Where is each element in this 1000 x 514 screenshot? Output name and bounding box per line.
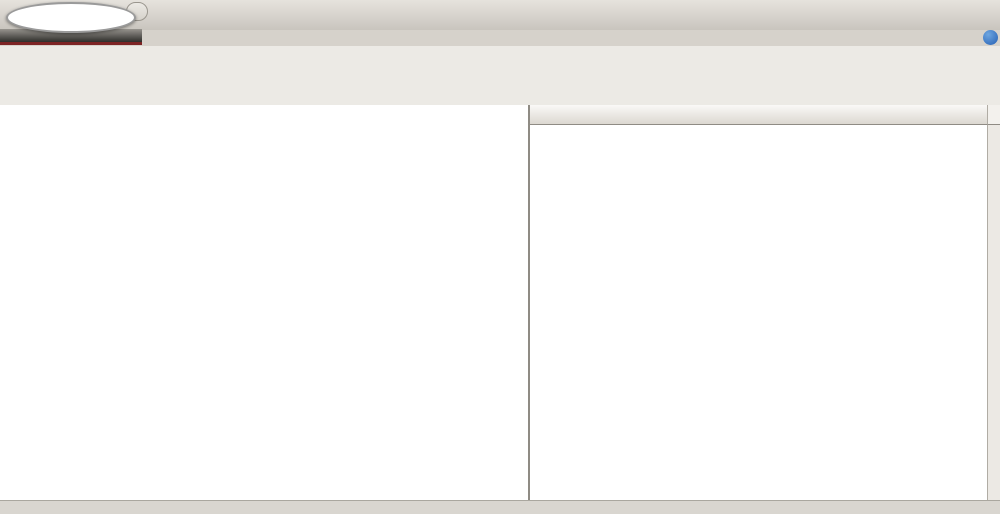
gantt-vertical-scrollbar[interactable]	[987, 125, 1000, 500]
help-button[interactable]	[983, 30, 998, 45]
projectlibre-window	[0, 0, 1000, 514]
gantt-chart-area	[530, 125, 987, 500]
menu-tab-bar	[0, 30, 1000, 46]
scrollbar-corner	[987, 105, 1000, 125]
table-header-row	[0, 105, 528, 125]
ribbon	[0, 46, 1000, 106]
projectlibre-logo	[6, 2, 136, 33]
horizontal-scrollbar-row	[0, 500, 1000, 514]
gantt-chart-pane	[530, 105, 1000, 500]
title-bar	[0, 0, 1000, 31]
gantt-timescale[interactable]	[530, 105, 987, 125]
task-entry-table	[0, 105, 530, 500]
main-split-view	[0, 105, 1000, 500]
